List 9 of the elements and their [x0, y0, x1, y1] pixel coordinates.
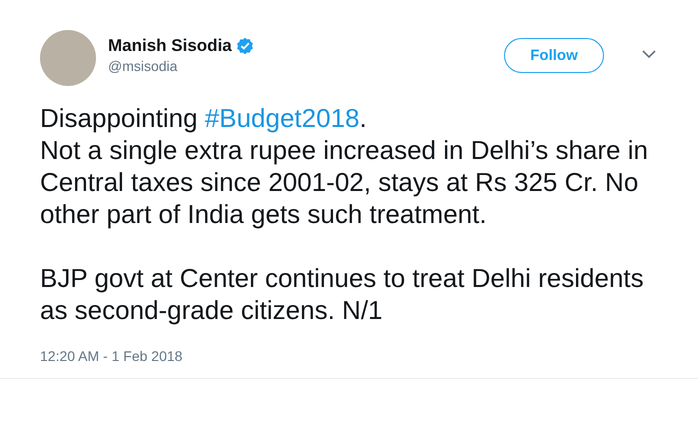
tweet-text: BJP govt at Center continues to treat Delhi residents as second-grade citizens. N/1 [40, 262, 645, 326]
tweet-text: Disappointing #Budget2018. [40, 102, 368, 134]
tweet-timestamp[interactable]: 12:20 AM - 1 Feb 2018 [40, 348, 182, 364]
chevron-down-icon[interactable] [642, 50, 656, 58]
follow-button[interactable]: Follow [504, 38, 604, 72]
author-name[interactable]: Manish Sisodia [108, 36, 232, 56]
author-handle[interactable]: @msisodia [108, 58, 504, 74]
tweet-text: Not a single extra rupee increased in Delhi’s share in Central taxes since 2001-02, stays at Rs 325 Cr. No other part of India gets such treatment. [40, 134, 649, 230]
hashtag-link[interactable]: #Budget2018 [204, 103, 360, 133]
